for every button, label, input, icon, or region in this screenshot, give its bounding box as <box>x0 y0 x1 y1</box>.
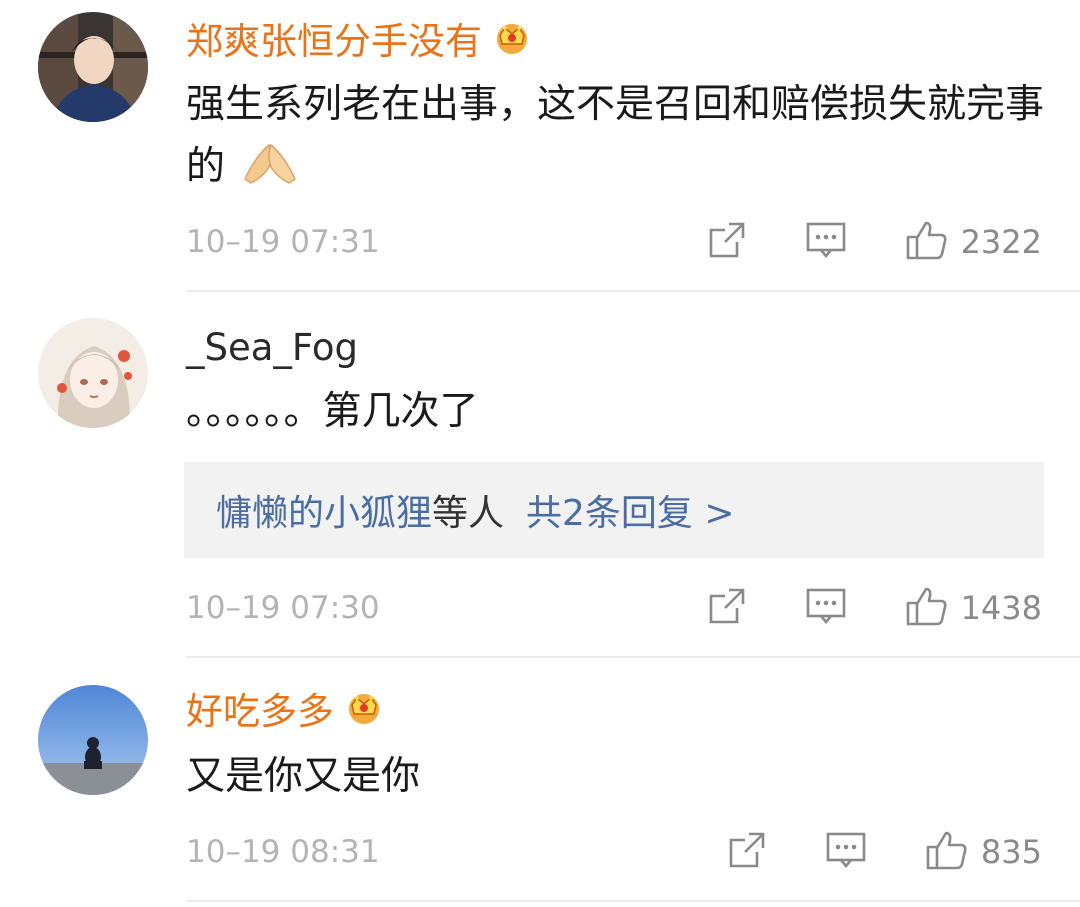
username-text[interactable]: 郑爽张恒分手没有 <box>186 20 482 64</box>
like-count: 2322 <box>960 223 1042 261</box>
comment-icon[interactable] <box>805 220 847 264</box>
like-button[interactable]: 835 <box>925 829 1042 875</box>
timestamp: 10–19 08:31 <box>186 834 380 870</box>
username-text[interactable]: 好吃多多 <box>186 690 334 734</box>
thumbs-up-icon[interactable] <box>905 219 949 265</box>
thumbs-up-icon[interactable] <box>905 585 949 631</box>
vip-crown-icon <box>492 19 532 65</box>
divider <box>186 656 1080 658</box>
like-count: 835 <box>980 833 1042 871</box>
comment-actions: 835 <box>727 828 1042 876</box>
username[interactable]: 郑爽张恒分手没有 <box>186 19 532 65</box>
comment-actions: 1438 <box>707 584 1042 632</box>
avatar[interactable] <box>38 12 148 122</box>
comment-text-content: 又是你又是你 <box>186 754 421 799</box>
username[interactable]: 好吃多多 <box>186 689 384 735</box>
reply-suffix: 等人 <box>432 493 505 534</box>
thumbs-up-icon[interactable] <box>925 829 969 875</box>
reply-user[interactable]: 慵懒的小狐狸 <box>216 484 432 536</box>
vip-crown-icon <box>344 689 384 735</box>
like-button[interactable]: 2322 <box>905 219 1042 265</box>
comment-icon[interactable] <box>825 830 867 874</box>
reply-preview[interactable]: 慵懒的小狐狸 等人 共2条回复 > <box>184 462 1044 558</box>
avatar[interactable] <box>38 685 148 795</box>
comment-text: 。。。。。。第几次了 <box>186 381 1046 443</box>
comment-text: 又是你又是你 <box>186 746 1046 808</box>
comment-actions: 2322 <box>707 218 1042 266</box>
like-button[interactable]: 1438 <box>905 585 1042 631</box>
share-icon[interactable] <box>707 220 747 264</box>
username[interactable]: _Sea_Fog <box>186 326 358 370</box>
timestamp: 10–19 07:30 <box>186 590 380 626</box>
comment-icon[interactable] <box>805 586 847 630</box>
divider <box>186 900 1080 902</box>
share-icon[interactable] <box>707 586 747 630</box>
comment-text-content: 强生系列老在出事，这不是召回和赔偿损失就完事的 <box>186 82 1045 189</box>
share-icon[interactable] <box>727 830 767 874</box>
timestamp: 10–19 07:31 <box>186 224 380 260</box>
comment-text-content: 。。。。。。第几次了 <box>186 389 479 434</box>
comment-text: 强生系列老在出事，这不是召回和赔偿损失就完事的 <box>186 74 1046 204</box>
reply-count-link[interactable]: 共2条回复 > <box>526 484 735 536</box>
divider <box>186 290 1080 292</box>
like-count: 1438 <box>960 589 1042 627</box>
praying-hands-icon <box>241 141 299 204</box>
username-text[interactable]: _Sea_Fog <box>186 326 358 370</box>
avatar[interactable] <box>38 318 148 428</box>
